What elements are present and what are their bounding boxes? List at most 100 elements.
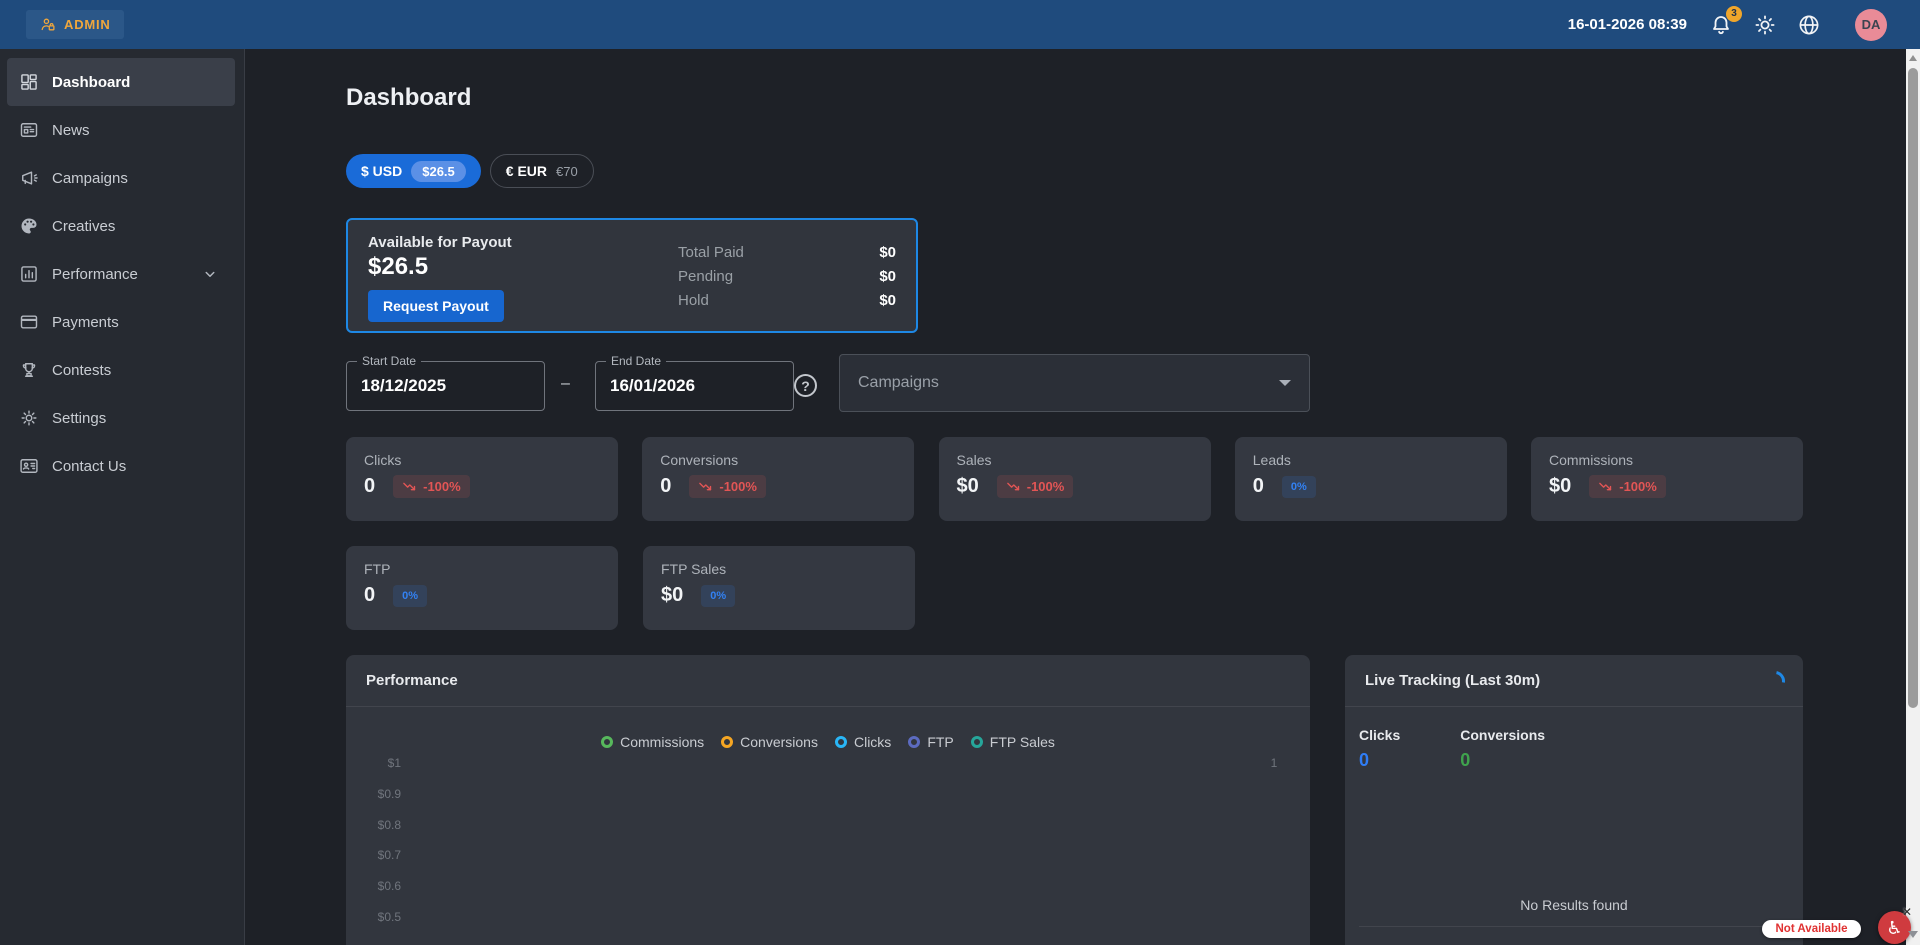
stat-label: FTP xyxy=(364,561,600,577)
y-axis-tick: $1 xyxy=(346,756,401,770)
legend-label: Commissions xyxy=(620,734,704,750)
sidebar-item-news[interactable]: News xyxy=(7,106,235,154)
sidebar-item-settings[interactable]: Settings xyxy=(7,394,235,442)
live-metrics: Clicks 0 Conversions 0 xyxy=(1359,727,1783,771)
start-date-input[interactable] xyxy=(347,362,544,410)
palette-icon xyxy=(19,216,39,236)
stat-label: FTP Sales xyxy=(661,561,897,577)
payout-row-label: Pending xyxy=(678,268,733,285)
scrollbar-up-arrow[interactable] xyxy=(1909,55,1917,61)
payout-card: Available for Payout $26.5 Request Payou… xyxy=(346,218,918,333)
stat-value: 0 xyxy=(1253,475,1264,498)
app-root: ADMIN 16-01-2026 08:39 3 DA Dashboard Ne… xyxy=(0,0,1920,945)
end-date-input[interactable] xyxy=(596,362,793,410)
stat-card-conversions: Conversions 0 -100% xyxy=(642,437,914,521)
news-icon xyxy=(19,120,39,140)
legend-item-commissions[interactable]: Commissions xyxy=(601,734,704,750)
request-payout-button[interactable]: Request Payout xyxy=(368,290,504,322)
payout-row-value: $0 xyxy=(879,244,896,261)
sidebar-item-label: Creatives xyxy=(52,218,115,235)
live-metric-conversions: Conversions 0 xyxy=(1460,727,1545,771)
sidebar-item-label: Contests xyxy=(52,362,111,379)
stat-delta-text: -100% xyxy=(719,479,757,494)
legend-ring-icon xyxy=(835,736,847,748)
y-axis-tick: $0.6 xyxy=(346,879,401,893)
sidebar-item-label: Settings xyxy=(52,410,106,427)
filters-row: Start Date – End Date ? Campaigns xyxy=(346,354,1803,412)
bar-chart-icon xyxy=(19,264,39,284)
currency-tab-eur[interactable]: € EUR €70 xyxy=(490,154,594,188)
live-tracking-header: Live Tracking (Last 30m) xyxy=(1345,655,1803,707)
legend-ring-icon xyxy=(721,736,733,748)
stat-card-clicks: Clicks 0 -100% xyxy=(346,437,618,521)
stats-row-1: Clicks 0 -100% Conversions 0 xyxy=(346,437,1803,521)
legend-item-clicks[interactable]: Clicks xyxy=(835,734,891,750)
stat-value: 0 xyxy=(364,475,375,498)
live-metric-clicks: Clicks 0 xyxy=(1359,727,1400,771)
end-date-label: End Date xyxy=(606,354,666,368)
date-range-separator: – xyxy=(561,375,570,393)
legend-label: Clicks xyxy=(854,734,891,750)
stat-value: 0 xyxy=(364,584,375,607)
stat-label: Conversions xyxy=(660,452,896,468)
payout-available-label: Available for Payout xyxy=(368,234,512,251)
payout-row-hold: Hold $0 xyxy=(678,292,896,309)
payout-row-label: Total Paid xyxy=(678,244,744,261)
topbar-right-cluster: 16-01-2026 08:39 3 DA xyxy=(1568,9,1920,41)
trending-down-icon xyxy=(1006,479,1021,494)
sidebar-item-contact-us[interactable]: Contact Us xyxy=(7,442,235,490)
language-globe-icon[interactable] xyxy=(1797,13,1821,37)
sidebar: Dashboard News Campaigns Creatives Perfo… xyxy=(0,49,245,945)
currency-tab-usd[interactable]: $ USD $26.5 xyxy=(346,154,481,188)
stat-card-sales: Sales $0 -100% xyxy=(939,437,1211,521)
stat-delta-badge: 0% xyxy=(393,585,427,607)
avatar[interactable]: DA xyxy=(1855,9,1887,41)
payout-row-pending: Pending $0 xyxy=(678,268,896,285)
campaigns-select[interactable]: Campaigns xyxy=(839,354,1310,412)
stat-delta-text: 0% xyxy=(1291,481,1307,493)
stat-value: $0 xyxy=(661,584,683,607)
currency-tab-label: $ USD xyxy=(361,163,402,179)
live-tracking-title: Live Tracking (Last 30m) xyxy=(1365,672,1540,689)
stat-delta-badge: -100% xyxy=(689,475,766,498)
theme-sun-icon[interactable] xyxy=(1753,13,1777,37)
sidebar-item-performance[interactable]: Performance xyxy=(7,250,235,298)
stat-delta-badge: 0% xyxy=(701,585,735,607)
trending-down-icon xyxy=(698,479,713,494)
sidebar-item-creatives[interactable]: Creatives xyxy=(7,202,235,250)
chevron-down-icon xyxy=(201,265,219,283)
admin-person-lock-icon xyxy=(39,16,56,33)
megaphone-icon xyxy=(19,168,39,188)
dashboard-icon xyxy=(19,72,39,92)
sidebar-item-contests[interactable]: Contests xyxy=(7,346,235,394)
stat-delta-text: -100% xyxy=(1619,479,1657,494)
scrollbar-thumb[interactable] xyxy=(1908,68,1918,708)
stat-value: $0 xyxy=(957,475,979,498)
gear-icon xyxy=(19,408,39,428)
loading-spinner-icon xyxy=(1761,667,1789,695)
payout-row-label: Hold xyxy=(678,292,709,309)
content-container: Dashboard $ USD $26.5 € EUR €70 Availabl… xyxy=(346,49,1803,945)
scrollbar[interactable] xyxy=(1906,49,1920,945)
sidebar-item-payments[interactable]: Payments xyxy=(7,298,235,346)
payout-summary: Total Paid $0 Pending $0 Hold $0 xyxy=(678,234,896,317)
main-area: Dashboard $ USD $26.5 € EUR €70 Availabl… xyxy=(245,49,1920,945)
live-metric-label: Clicks xyxy=(1359,727,1400,743)
y-axis-tick: $0.9 xyxy=(346,787,401,801)
live-metric-label: Conversions xyxy=(1460,727,1545,743)
legend-item-ftp-sales[interactable]: FTP Sales xyxy=(971,734,1055,750)
sidebar-item-dashboard[interactable]: Dashboard xyxy=(7,58,235,106)
accessibility-close-icon[interactable]: ✕ xyxy=(1902,905,1912,919)
notifications-bell-icon[interactable]: 3 xyxy=(1709,13,1733,37)
y-axis-tick: $0.5 xyxy=(346,910,401,924)
sidebar-item-label: Dashboard xyxy=(52,74,130,91)
legend-ring-icon xyxy=(971,736,983,748)
help-icon[interactable]: ? xyxy=(794,374,817,397)
legend-item-ftp[interactable]: FTP xyxy=(908,734,953,750)
stat-label: Leads xyxy=(1253,452,1489,468)
legend-item-conversions[interactable]: Conversions xyxy=(721,734,818,750)
sidebar-item-campaigns[interactable]: Campaigns xyxy=(7,154,235,202)
chart-legend: Commissions Conversions Clicks FTP xyxy=(346,707,1310,750)
trophy-icon xyxy=(19,360,39,380)
performance-chart: Commissions Conversions Clicks FTP xyxy=(346,707,1310,945)
